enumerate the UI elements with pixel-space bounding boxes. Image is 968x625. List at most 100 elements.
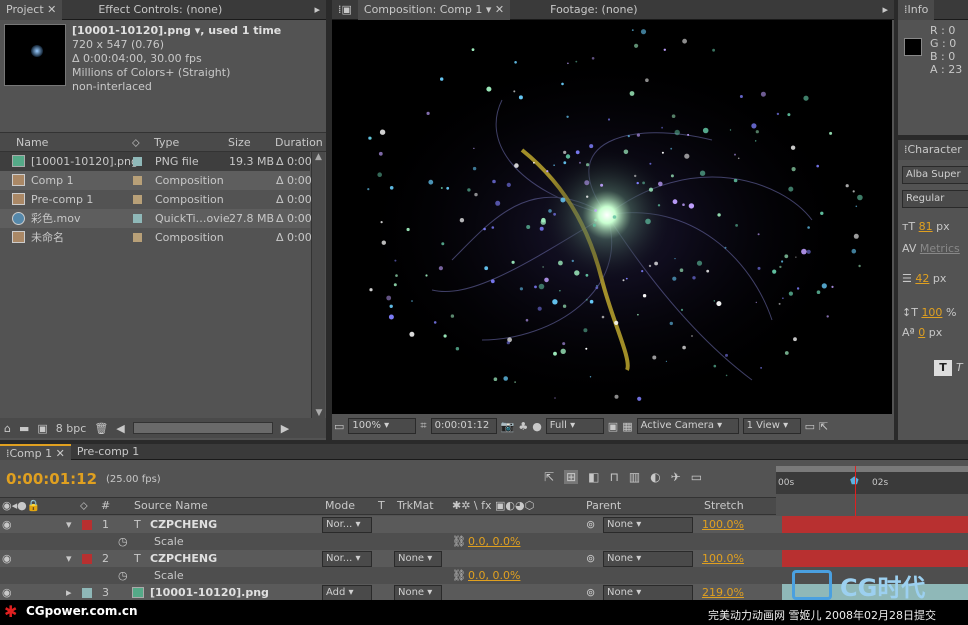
always-preview-icon[interactable]: ▭	[334, 420, 344, 433]
stopwatch-icon[interactable]: ◷	[118, 533, 128, 550]
graph-editor-icon[interactable]: ✈	[671, 470, 681, 484]
layer-mode-select[interactable]: Nor... ▾	[322, 517, 372, 533]
layer-name[interactable]: CZPCHENG	[150, 550, 217, 567]
comp-flowchart-icon[interactable]: ⇱	[544, 470, 554, 484]
stretch-value[interactable]: 219.0%	[702, 584, 744, 601]
table-row[interactable]: ◉ ▾ 2 T CZPCHENG Nor... ▾ None ▾ ⊚ None …	[0, 550, 968, 567]
lock-icon[interactable]: ⁞▣	[332, 0, 358, 20]
table-row[interactable]: ◉ ▾ 1 T CZPCHENG Nor... ▾ ⊚ None ▾ 100.0…	[0, 516, 968, 533]
zoom-select[interactable]: 100% ▾	[348, 418, 417, 434]
channel-icon[interactable]: ●	[532, 420, 542, 433]
scroll-up-icon[interactable]: ▲	[312, 152, 325, 162]
col-size[interactable]: Size	[228, 136, 251, 149]
col-duration[interactable]: Duration	[275, 136, 323, 149]
link-icon[interactable]: ⛓	[452, 533, 466, 550]
view-layout-select[interactable]: 1 View ▾	[742, 418, 801, 434]
stretch-value[interactable]: 100.0%	[702, 550, 744, 567]
list-item[interactable]: Comp 1 Composition Δ 0:00	[0, 171, 312, 190]
layer-name[interactable]: CZPCHENG	[150, 516, 217, 533]
grid-icon[interactable]: ⌗	[420, 419, 426, 433]
font-size-value[interactable]: 81	[919, 220, 933, 233]
list-item[interactable]: 未命名 Composition Δ 0:00	[0, 228, 312, 247]
scroll-left-icon[interactable]: ◀	[116, 422, 124, 435]
trash-icon[interactable]: 🗑	[94, 422, 108, 435]
label-col-icon[interactable]: ⬦	[132, 136, 140, 150]
parent-pickwhip-icon[interactable]: ⊚	[586, 550, 595, 567]
interpret-footage-icon[interactable]: ⌂	[4, 422, 11, 435]
col-name[interactable]: Name	[16, 136, 48, 149]
parent-select[interactable]: None ▾	[603, 517, 693, 533]
bpc-label[interactable]: 8 bpc	[56, 422, 87, 435]
hide-shy-icon[interactable]: ◧	[588, 470, 599, 484]
frame-blending-icon[interactable]: ⊓	[609, 470, 618, 484]
time-ruler[interactable]: 00s 02s ⬟	[776, 466, 968, 494]
panel-menu-icon[interactable]: ▸	[882, 3, 894, 16]
expand-arrow-icon[interactable]: ▾	[66, 550, 72, 567]
property-value[interactable]: 0.0, 0.0%	[468, 567, 520, 584]
show-snapshot-icon[interactable]: ♣	[518, 420, 528, 433]
list-item[interactable]: Pre-comp 1 Composition Δ 0:00	[0, 190, 312, 209]
camera-select[interactable]: Active Camera ▾	[636, 418, 739, 434]
toggle-pixel-icon[interactable]: ▭	[805, 420, 815, 433]
chart-icon[interactable]: ▭	[691, 470, 702, 484]
brainstorm-icon[interactable]: ◐	[650, 470, 660, 484]
resolution-select[interactable]: Full ▾	[545, 418, 604, 434]
timeline-timecode[interactable]: 0:00:01:12	[6, 470, 97, 488]
col-source-name[interactable]: Source Name	[134, 498, 208, 514]
snapshot-icon[interactable]: 📷	[501, 420, 515, 433]
link-icon[interactable]: ⛓	[452, 567, 466, 584]
stopwatch-icon[interactable]: ◷	[118, 567, 128, 584]
baseline-shift-value[interactable]: 0	[918, 326, 925, 339]
tab-info[interactable]: ⁞Info	[898, 0, 935, 20]
transparency-grid-icon[interactable]: ▦	[622, 420, 632, 433]
flowchart-icon[interactable]: ⇱	[819, 420, 828, 433]
close-icon[interactable]: ✕	[47, 3, 56, 16]
property-value[interactable]: 0.0, 0.0%	[468, 533, 520, 550]
layer-name[interactable]: [10001-10120].png	[150, 584, 269, 601]
project-scrollbar[interactable]: ▲ ▼	[311, 152, 325, 420]
leading-value[interactable]: 42	[915, 272, 929, 285]
kerning-value[interactable]: Metrics	[920, 242, 960, 255]
scroll-down-icon[interactable]: ▼	[312, 408, 326, 418]
parent-pickwhip-icon[interactable]: ⊚	[586, 584, 595, 601]
region-icon[interactable]: ▣	[608, 420, 618, 433]
expand-arrow-icon[interactable]: ▾	[66, 516, 72, 533]
tab-precomp1[interactable]: Pre-comp 1	[71, 444, 145, 460]
eye-icon[interactable]: ◉	[2, 584, 12, 601]
faux-italic-button[interactable]: T	[956, 360, 968, 376]
faux-bold-button[interactable]: T	[934, 360, 952, 376]
motion-blur-icon[interactable]: ▥	[629, 470, 640, 484]
tab-project[interactable]: Project ✕	[0, 0, 63, 20]
timecode-field[interactable]: 0:00:01:12	[430, 418, 497, 434]
parent-select[interactable]: None ▾	[603, 551, 693, 567]
scroll-right-icon[interactable]: ▶	[281, 422, 289, 435]
tab-footage[interactable]: Footage: (none)	[544, 0, 643, 20]
hscroll-track[interactable]	[132, 422, 273, 434]
font-style-select[interactable]: Regular	[902, 190, 968, 208]
trkmat-select[interactable]: None ▾	[394, 551, 442, 567]
font-family-select[interactable]: Alba Super	[902, 166, 968, 184]
tab-composition[interactable]: Composition: Comp 1 ▾ ✕	[357, 0, 511, 20]
stretch-value[interactable]: 100.0%	[702, 516, 744, 533]
tab-effect-controls[interactable]: Effect Controls: (none)	[92, 0, 228, 20]
composition-canvas[interactable]	[332, 20, 892, 414]
tab-comp1[interactable]: ⁞Comp 1 ✕	[0, 443, 71, 460]
parent-select[interactable]: None ▾	[603, 585, 693, 601]
panel-menu-icon[interactable]: ▸	[314, 3, 326, 16]
new-comp-icon[interactable]: ▣	[37, 422, 47, 435]
layer-duration-bar[interactable]	[782, 516, 968, 533]
eye-icon[interactable]: ◉	[2, 516, 12, 533]
parent-pickwhip-icon[interactable]: ⊚	[586, 516, 595, 533]
expand-arrow-icon[interactable]: ▸	[66, 584, 72, 601]
draft-3d-icon[interactable]: ⊞	[564, 470, 579, 484]
new-folder-icon[interactable]: ▬	[19, 422, 29, 435]
list-item[interactable]: [10001-10120].png PNG file 19.3 MB Δ 0:0…	[0, 152, 312, 171]
work-area-bar[interactable]	[776, 466, 968, 472]
layer-mode-select[interactable]: Add ▾	[322, 585, 372, 601]
layer-mode-select[interactable]: Nor... ▾	[322, 551, 372, 567]
col-type[interactable]: Type	[154, 136, 179, 149]
trkmat-select[interactable]: None ▾	[394, 585, 442, 601]
vertical-scale-value[interactable]: 100	[921, 306, 942, 319]
tab-character[interactable]: ⁞Character	[898, 139, 968, 160]
list-item[interactable]: 彩色.mov QuickTi…ovie 27.8 MB Δ 0:00	[0, 209, 312, 228]
